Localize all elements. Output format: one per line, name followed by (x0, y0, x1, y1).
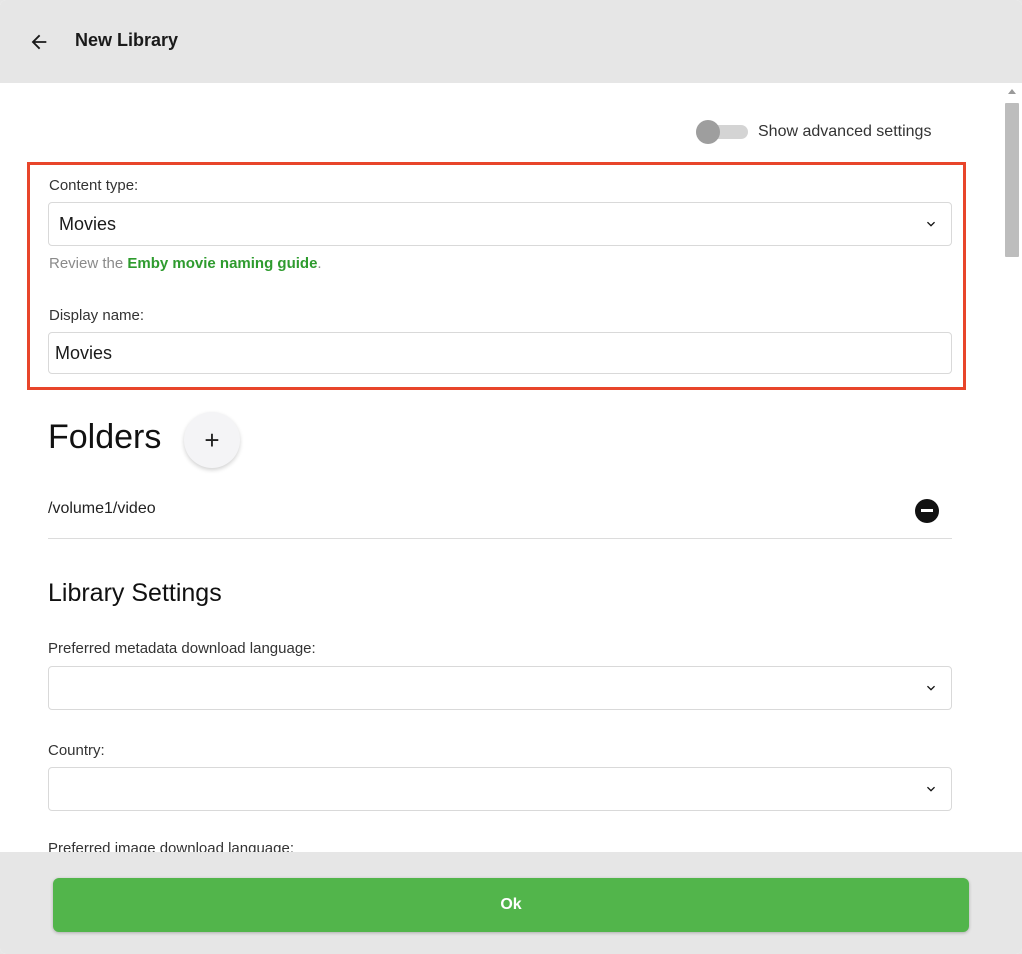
folder-path: /volume1/video (48, 500, 156, 517)
chevron-down-icon (927, 786, 935, 792)
advanced-settings-toggle-row: Show advanced settings (696, 120, 931, 144)
dialog-header: New Library (0, 0, 1022, 83)
advanced-settings-label: Show advanced settings (758, 123, 932, 140)
new-library-dialog: New Library Show advanced settings Conte… (0, 0, 1022, 954)
content-type-select[interactable]: Movies (48, 202, 952, 246)
folder-divider (48, 538, 952, 539)
scroll-up-arrow-icon[interactable] (1008, 89, 1016, 94)
toggle-knob (696, 120, 720, 144)
image-language-label: Preferred image download language: (48, 840, 294, 852)
country-label: Country: (48, 742, 105, 759)
scroll-thumb[interactable] (1005, 103, 1019, 257)
country-select[interactable] (48, 767, 952, 811)
back-button[interactable] (24, 27, 54, 57)
naming-guide-hint: Review the Emby movie naming guide. (49, 255, 322, 272)
chevron-down-icon (927, 221, 935, 227)
arrow-left-icon (31, 34, 47, 50)
metadata-language-select[interactable] (48, 666, 952, 710)
folders-title: Folders (48, 418, 162, 456)
plus-icon: + (204, 424, 220, 455)
metadata-language-label: Preferred metadata download language: (48, 640, 316, 657)
dialog-content: Show advanced settings Content type: Mov… (0, 83, 1002, 852)
advanced-settings-toggle[interactable] (696, 120, 748, 144)
display-name-label: Display name: (49, 307, 145, 324)
naming-guide-link[interactable]: Emby movie naming guide (127, 255, 317, 272)
remove-folder-button[interactable] (915, 499, 939, 523)
library-settings-title: Library Settings (48, 579, 222, 607)
content-type-value: Movies (59, 214, 117, 234)
content-scrollbar[interactable] (1002, 83, 1022, 852)
content-type-label: Content type: (49, 177, 139, 194)
chevron-down-icon (927, 685, 935, 691)
display-name-input[interactable]: Movies (48, 332, 952, 374)
hint-prefix: Review the (49, 255, 128, 272)
dialog-footer: Ok (0, 852, 1022, 954)
hint-suffix: . (317, 255, 322, 272)
add-folder-button[interactable]: + (184, 412, 240, 468)
dialog-title: New Library (75, 30, 179, 50)
ok-button[interactable]: Ok (53, 878, 969, 932)
